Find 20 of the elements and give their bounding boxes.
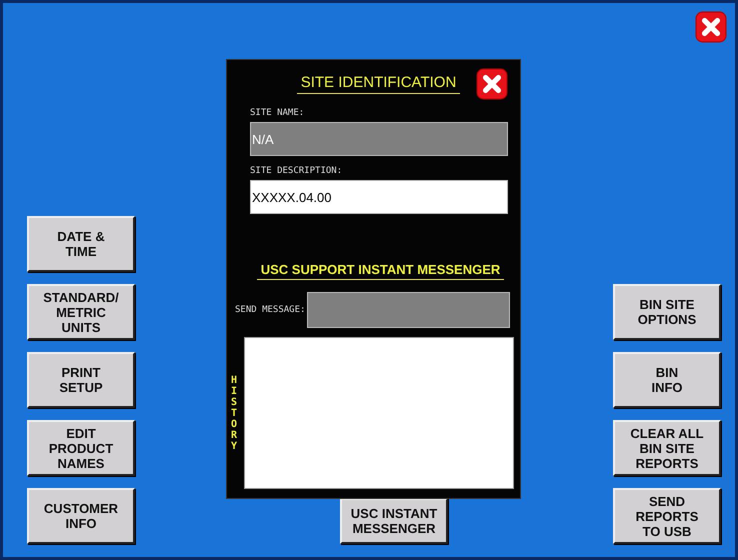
menu-button[interactable]: STANDARD/ METRIC UNITS	[27, 284, 135, 340]
menu-button[interactable]: CLEAR ALL BIN SITE REPORTS	[613, 420, 721, 476]
menu-button[interactable]: EDIT PRODUCT NAMES	[27, 420, 135, 476]
close-icon[interactable]	[695, 11, 727, 43]
menu-button[interactable]: PRINT SETUP	[27, 352, 135, 408]
menu-button[interactable]: BIN SITE OPTIONS	[613, 284, 721, 340]
site-description-field[interactable]: XXXXX.04.00	[250, 180, 508, 214]
menu-button[interactable]: DATE & TIME	[27, 216, 135, 272]
menu-button[interactable]: BIN INFO	[613, 352, 721, 408]
dialog-title: SITE IDENTIFICATION	[296, 74, 460, 94]
section-title: USC SUPPORT INSTANT MESSENGER	[257, 262, 504, 280]
menu-button[interactable]: SEND REPORTS TO USB	[613, 488, 721, 544]
close-icon[interactable]	[476, 68, 508, 100]
field-label: SITE NAME:	[250, 108, 306, 118]
message-field[interactable]	[307, 292, 510, 328]
field-label: SEND MESSAGE:	[235, 305, 306, 315]
menu-button[interactable]: USC INSTANT MESSENGER	[340, 498, 448, 544]
field-label: SITE DESCRIPTION:	[250, 166, 344, 176]
history-label: HISTORY	[231, 374, 238, 452]
menu-button[interactable]: CUSTOMER INFO	[27, 488, 135, 544]
